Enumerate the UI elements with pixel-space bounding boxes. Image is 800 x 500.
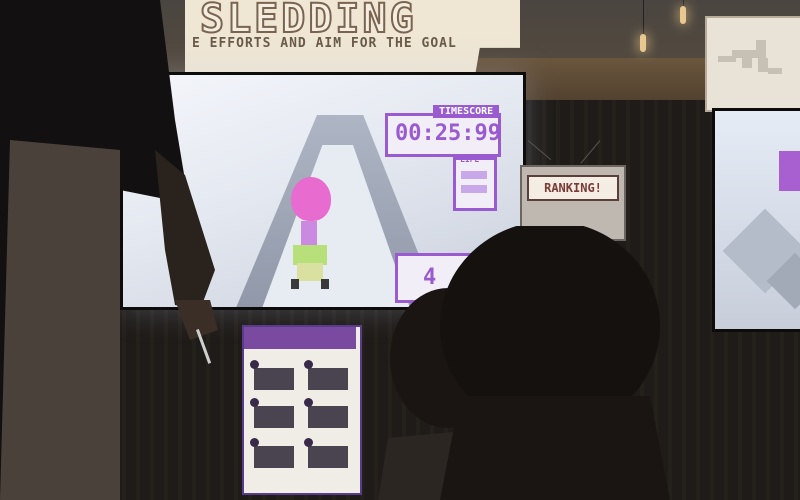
step-number-badge [250, 398, 259, 407]
timescore-label: TIMESCORE [433, 105, 500, 118]
life-panel [453, 157, 497, 211]
standing-person-silhouette [0, 0, 218, 500]
runner-icon [718, 40, 782, 74]
purple-hud-fragment [779, 151, 800, 191]
instruction-thumbnail [254, 446, 294, 468]
second-game-screen [712, 108, 800, 332]
life-bar [461, 171, 487, 179]
lamp-wire [643, 0, 644, 34]
step-number-badge [304, 438, 313, 447]
instruction-thumbnail [308, 406, 348, 428]
step-number-badge [304, 398, 313, 407]
instruction-thumbnail [308, 368, 348, 390]
instruction-thumbnail [254, 368, 294, 390]
ceiling-lamp [680, 6, 686, 24]
step-number-badge [250, 438, 259, 447]
ceiling-lamp [640, 34, 646, 52]
sled-player-icon [291, 221, 329, 289]
photo-scene: SLEDDING E EFFORTS AND AIM FOR THE GOAL … [0, 0, 800, 500]
seated-child-silhouette [440, 226, 670, 500]
life-label: LIFE [460, 155, 480, 164]
life-bar [461, 185, 487, 193]
timer-display: 00:25:99 [395, 121, 501, 146]
instruction-card-header [244, 327, 356, 349]
instruction-thumbnail [254, 406, 294, 428]
step-number-badge [304, 360, 313, 369]
step-number-badge [250, 360, 259, 369]
instruction-thumbnail [308, 446, 348, 468]
ranking-label: RANKING! [527, 175, 619, 201]
banner-subtitle: E EFFORTS AND AIM FOR THE GOAL [192, 36, 457, 51]
